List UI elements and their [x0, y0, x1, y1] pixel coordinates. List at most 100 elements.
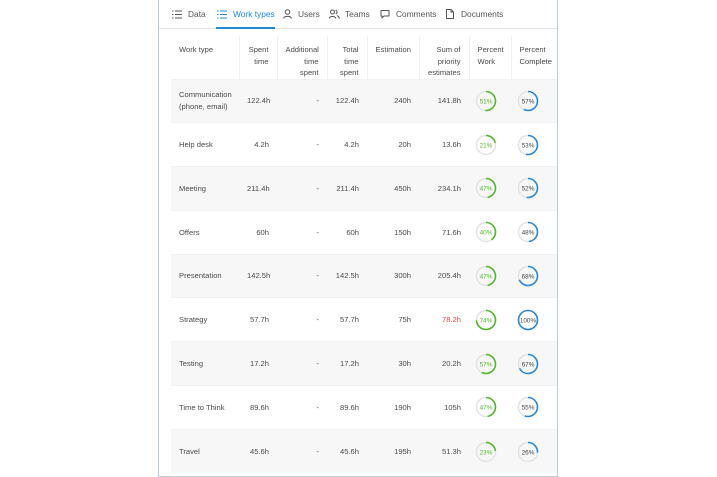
column-header-estimation[interactable]: Estimation: [367, 36, 420, 79]
list-icon: [216, 8, 228, 20]
tab-label: Users: [298, 9, 320, 19]
percent-complete-cell: 68%: [511, 253, 557, 298]
additional-time-cell: -: [277, 341, 327, 386]
user-icon: [281, 8, 293, 20]
table-row[interactable]: Offers 60h -60h 150h 71.6h 40% 48%: [171, 209, 557, 255]
work-types-table: Work type Spent time Additional time spe…: [171, 36, 557, 474]
percent-work-ring: 47%: [475, 265, 497, 287]
ring-label: 57%: [522, 98, 535, 105]
additional-time-cell: -: [277, 166, 327, 211]
priority-estimates-cell: 13.6h: [419, 122, 469, 167]
ring-label: 47%: [480, 273, 493, 280]
priority-estimates-cell: 234.1h: [419, 166, 469, 211]
total-time-cell: 57.7h: [327, 297, 367, 342]
percent-work-ring: 23%: [475, 441, 497, 462]
percent-complete-cell: 57%: [511, 78, 557, 123]
percent-complete-cell: 53%: [511, 122, 557, 167]
comment-icon: [379, 8, 391, 20]
spent-time-cell: 89.6h: [239, 385, 277, 430]
ring-label: 47%: [480, 186, 493, 193]
ring-label: 67%: [522, 361, 535, 368]
estimation-cell: 75h: [367, 297, 419, 342]
priority-estimates-cell: 71.6h: [419, 209, 469, 255]
ring-label: 68%: [522, 273, 535, 280]
table-row[interactable]: Presentation 142.5h -142.5h 300h 205.4h 47% 68…: [171, 253, 557, 298]
ring-label: 26%: [522, 449, 535, 456]
percent-complete-cell: 100%: [511, 297, 557, 342]
ring-label: 23%: [480, 449, 493, 456]
ring-label: 100%: [520, 317, 537, 324]
tab-label: Teams: [345, 9, 370, 19]
ring-label: 40%: [480, 230, 493, 237]
percent-work-cell: 51%: [469, 78, 511, 123]
column-header-total-time[interactable]: Total time spent: [327, 36, 368, 79]
work-type-cell: Strategy: [171, 297, 239, 342]
spent-time-cell: 4.2h: [239, 122, 277, 167]
priority-estimates-cell: 141.8h: [419, 78, 469, 123]
table-row[interactable]: Communication (phone, email) 122.4h -122.4…: [171, 78, 557, 123]
work-types-table-wrap: Work type Spent time Additional time spe…: [171, 36, 557, 474]
tab-documents[interactable]: Documents: [444, 0, 503, 28]
percent-work-cell: 47%: [469, 385, 511, 430]
percent-complete-cell: 55%: [511, 385, 557, 430]
column-header-priority-estimates[interactable]: Sum of priority estimates: [419, 36, 470, 79]
total-time-cell: 122.4h: [327, 78, 367, 123]
total-time-cell: 142.5h: [327, 253, 367, 298]
tab-users[interactable]: Users: [281, 0, 320, 28]
total-time-cell: 45.6h: [327, 428, 367, 474]
work-type-cell: Travel: [171, 428, 239, 474]
work-type-cell: Testing: [171, 341, 239, 386]
estimation-cell: 450h: [367, 166, 419, 211]
work-type-cell: Help desk: [171, 122, 239, 167]
table-header-row: Work type Spent time Additional time spe…: [171, 36, 557, 79]
percent-work-ring: 40%: [475, 221, 497, 243]
estimation-cell: 30h: [367, 341, 419, 386]
additional-time-cell: -: [277, 122, 327, 167]
column-header-spent-time[interactable]: Spent time: [239, 36, 278, 79]
percent-complete-ring: 48%: [517, 221, 539, 243]
estimation-cell: 240h: [367, 78, 419, 123]
tab-teams[interactable]: Teams: [328, 0, 370, 28]
ring-label: 55%: [522, 405, 535, 412]
tab-work-types[interactable]: Work types: [216, 0, 275, 29]
work-type-cell: Presentation: [171, 253, 239, 298]
percent-work-ring: 21%: [475, 134, 497, 155]
document-icon: [444, 8, 456, 20]
ring-label: 51%: [480, 98, 493, 105]
total-time-cell: 60h: [327, 209, 367, 255]
column-header-percent-work[interactable]: Percent Work: [469, 36, 512, 79]
percent-work-ring: 47%: [475, 178, 497, 199]
priority-estimates-cell: 205.4h: [419, 253, 469, 298]
report-panel: Data Work types Users Teams Comments Doc…: [158, 0, 558, 477]
additional-time-cell: -: [277, 385, 327, 430]
column-header-percent-complete[interactable]: Percent Complete: [511, 36, 557, 79]
table-row[interactable]: Time to Think 89.6h -89.6h 190h 105h 47% 55%: [171, 385, 557, 430]
estimation-cell: 190h: [367, 385, 419, 430]
percent-complete-cell: 48%: [511, 209, 557, 255]
tab-label: Documents: [461, 9, 504, 19]
table-row[interactable]: Travel 45.6h -45.6h 195h 51.3h 23% 26%: [171, 428, 557, 474]
percent-complete-ring: 55%: [517, 397, 539, 418]
ring-label: 57%: [480, 361, 493, 368]
percent-work-ring: 51%: [475, 90, 497, 112]
tab-data[interactable]: Data: [171, 0, 206, 28]
work-type-cell: Offers: [171, 209, 239, 255]
table-row[interactable]: Testing 17.2h -17.2h 30h 20.2h 57% 67%: [171, 341, 557, 386]
ring-label: 52%: [522, 186, 535, 193]
table-row[interactable]: Strategy 57.7h -57.7h 75h 78.2h 74% 100%: [171, 297, 557, 342]
total-time-cell: 4.2h: [327, 122, 367, 167]
spent-time-cell: 142.5h: [239, 253, 277, 298]
percent-complete-ring: 100%: [517, 309, 539, 331]
estimation-cell: 300h: [367, 253, 419, 298]
table-row[interactable]: Help desk 4.2h -4.2h 20h 13.6h 21% 53%: [171, 122, 557, 167]
spent-time-cell: 122.4h: [239, 78, 277, 123]
table-row[interactable]: Meeting 211.4h -211.4h 450h 234.1h 47% 52%: [171, 166, 557, 211]
tab-comments[interactable]: Comments: [379, 0, 437, 28]
column-header-additional-time[interactable]: Additional time spent: [277, 36, 328, 79]
percent-work-ring: 74%: [475, 309, 497, 331]
additional-time-cell: -: [277, 428, 327, 474]
percent-complete-ring: 26%: [517, 441, 539, 462]
column-header-work-type[interactable]: Work type: [171, 36, 240, 79]
percent-work-cell: 47%: [469, 166, 511, 211]
total-time-cell: 211.4h: [327, 166, 367, 211]
